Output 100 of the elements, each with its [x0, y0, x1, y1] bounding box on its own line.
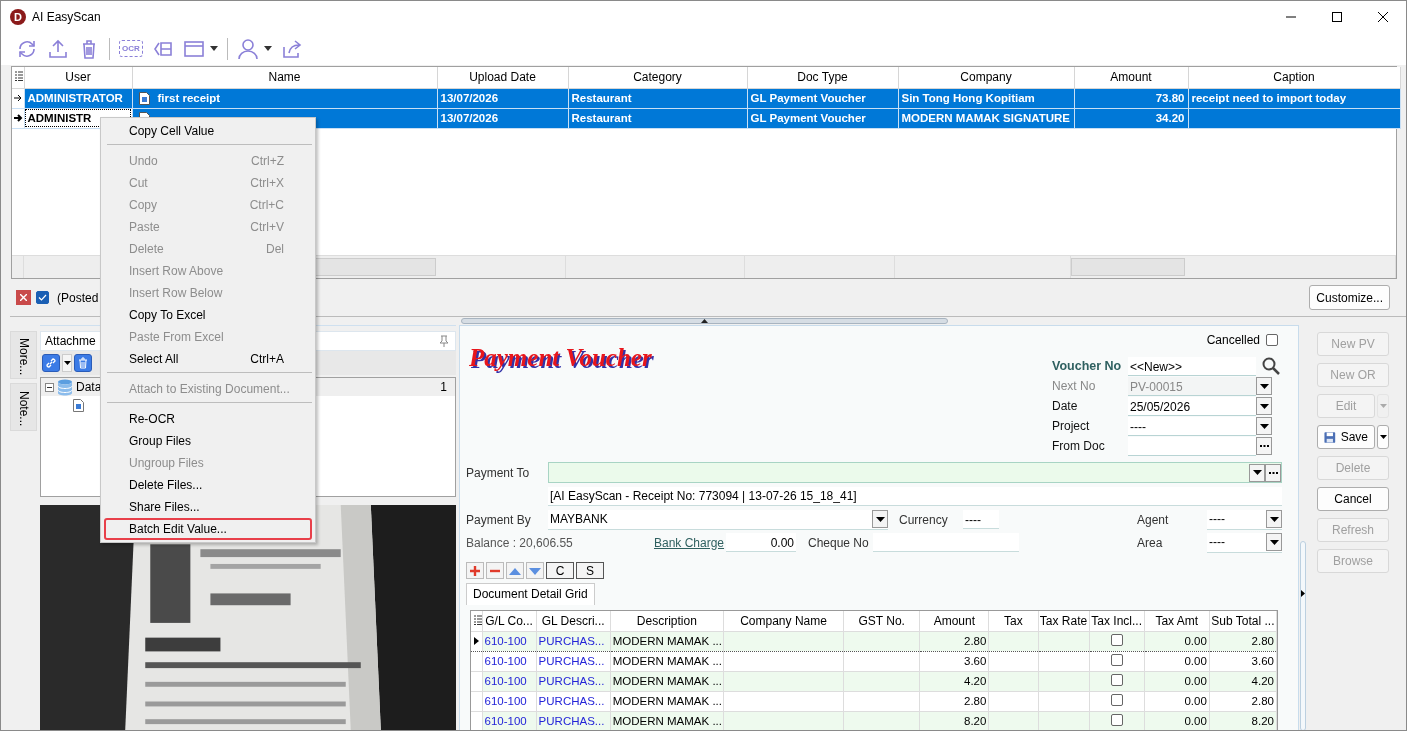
delete-button[interactable]: [74, 354, 92, 372]
side-tab[interactable]: Note...: [10, 383, 37, 431]
checkbox[interactable]: [1110, 694, 1123, 706]
checkbox[interactable]: [1110, 674, 1123, 686]
table-cell: MODERN MAMAK ...: [612, 715, 722, 727]
table-cell: Sin Tong Hong Kopitiam: [901, 92, 1035, 104]
dropdown-button[interactable]: [1266, 533, 1282, 551]
dropdown-button[interactable]: [1256, 417, 1272, 435]
table-cell: GL Payment Voucher: [750, 112, 866, 124]
image-file-icon[interactable]: [73, 398, 84, 412]
input-field[interactable]: [548, 462, 1282, 483]
dropdown-field[interactable]: ----: [1207, 532, 1282, 553]
input-field[interactable]: <<New>>: [1128, 356, 1256, 376]
column-header[interactable]: Amount: [919, 611, 989, 631]
collapse-handle[interactable]: [1300, 541, 1306, 730]
dropdown-button[interactable]: [62, 354, 72, 372]
dropdown-button[interactable]: [1377, 425, 1389, 449]
dropdown-button[interactable]: [1266, 510, 1282, 528]
field-label: From Doc: [1052, 439, 1106, 453]
grid-button[interactable]: C: [546, 562, 574, 579]
dropdown-field[interactable]: MAYBANK: [548, 509, 888, 530]
menu-item[interactable]: Re-OCR: [104, 408, 312, 430]
share-button[interactable]: [280, 37, 303, 60]
table-cell: 2.80: [964, 695, 987, 707]
dropdown-button[interactable]: [1256, 397, 1272, 415]
column-header[interactable]: Caption: [1188, 67, 1400, 88]
input-field[interactable]: 25/05/2026: [1128, 396, 1256, 416]
table-cell: PURCHAS...: [538, 675, 605, 687]
table-cell: ADMINISTR: [27, 112, 92, 124]
caret-icon: [1259, 403, 1269, 409]
tab[interactable]: Document Detail Grid: [466, 583, 595, 605]
action-button[interactable]: Cancel: [1317, 487, 1389, 511]
column-header[interactable]: Tax Incl...: [1089, 611, 1145, 631]
column-header[interactable]: Tax Amt: [1144, 611, 1210, 631]
grid-button[interactable]: S: [576, 562, 604, 579]
column-header[interactable]: Amount: [1074, 67, 1188, 88]
move-up-button[interactable]: [506, 562, 524, 579]
table-cell: 4.20: [1251, 675, 1274, 687]
caret-icon: [63, 361, 71, 365]
caret-icon: [701, 319, 708, 323]
remove-row-button[interactable]: [486, 562, 504, 579]
checkbox[interactable]: [36, 291, 49, 304]
checkbox[interactable]: [1110, 654, 1123, 666]
ocr-button[interactable]: OCR: [119, 40, 143, 57]
menu-item[interactable]: Copy To Excel: [104, 304, 312, 326]
upload-button[interactable]: [47, 37, 69, 60]
column-header[interactable]: G/L Co...: [482, 611, 537, 631]
customize-button[interactable]: Customize...: [1309, 285, 1390, 310]
column-header[interactable]: Name: [132, 67, 437, 88]
checkbox[interactable]: [1110, 634, 1123, 646]
menu-item[interactable]: Share Files...: [104, 496, 312, 518]
menu-item[interactable]: Delete Files...: [104, 474, 312, 496]
lookup-button[interactable]: [1256, 437, 1272, 455]
column-header[interactable]: Tax Rate: [1038, 611, 1090, 631]
dropdown-button[interactable]: [1249, 463, 1265, 482]
grid-row[interactable]: ADMINISTRATOR first receipt 13/07/2026 Restaurant GL Payment Voucher Sin Tong Hong Kopitiam 73.80 receipt need to import today: [12, 88, 1400, 108]
input-field[interactable]: ----: [1128, 416, 1256, 436]
field-label: Payment To: [466, 465, 531, 480]
table-cell: 13/07/2026: [440, 112, 499, 124]
column-header[interactable]: GST No.: [843, 611, 920, 631]
memo-field[interactable]: [AI EasyScan - Receipt No: 773094 | 13-07-26 15_18_41]: [548, 486, 1282, 506]
input-field[interactable]: [873, 533, 1019, 552]
column-header[interactable]: Category: [568, 67, 747, 88]
dropdown-field[interactable]: ----: [1207, 509, 1282, 530]
user-button[interactable]: [236, 37, 272, 60]
column-header[interactable]: Description: [610, 611, 724, 631]
table-cell: 8.20: [964, 715, 987, 727]
move-down-button[interactable]: [526, 562, 544, 579]
column-header[interactable]: GL Descri...: [536, 611, 611, 631]
lookup-button[interactable]: [1265, 463, 1281, 482]
input-field[interactable]: 0.00: [726, 533, 796, 552]
splitter-handle[interactable]: [461, 318, 948, 324]
clear-filter-button[interactable]: [16, 290, 31, 305]
column-header[interactable]: Company: [898, 67, 1074, 88]
input-field[interactable]: [1128, 436, 1256, 456]
menu-item[interactable]: Select All Ctrl+A: [104, 348, 312, 370]
checkbox[interactable]: [1266, 334, 1278, 346]
column-chooser-icon[interactable]: [474, 614, 481, 625]
menu-item[interactable]: Batch Edit Value...: [104, 518, 312, 540]
add-row-button[interactable]: [466, 562, 484, 579]
search-icon[interactable]: [1262, 357, 1280, 375]
shortcut-text: Del: [266, 242, 284, 256]
action-button[interactable]: Save: [1317, 425, 1375, 449]
table-cell: MODERN MAMAK ...: [612, 675, 722, 687]
input-field[interactable]: ----: [963, 510, 999, 529]
column-header[interactable]: Doc Type: [747, 67, 898, 88]
column-header[interactable]: Company Name: [723, 611, 844, 631]
link-button[interactable]: [42, 354, 60, 372]
column-chooser-icon[interactable]: [14, 71, 23, 82]
column-header[interactable]: User: [24, 67, 132, 88]
column-header[interactable]: Sub Total ...: [1209, 611, 1277, 631]
column-header[interactable]: Tax: [988, 611, 1038, 631]
table-cell: MODERN MAMAK ...: [612, 635, 722, 647]
checkbox[interactable]: [1110, 714, 1123, 726]
menu-item[interactable]: Group Files: [104, 430, 312, 452]
bank-charge-link[interactable]: Bank Charge: [654, 535, 726, 550]
side-tab[interactable]: More...: [10, 331, 37, 379]
column-header[interactable]: Upload Date: [437, 67, 568, 88]
dropdown-button[interactable]: [872, 510, 888, 528]
dropdown-button[interactable]: [1256, 377, 1272, 395]
